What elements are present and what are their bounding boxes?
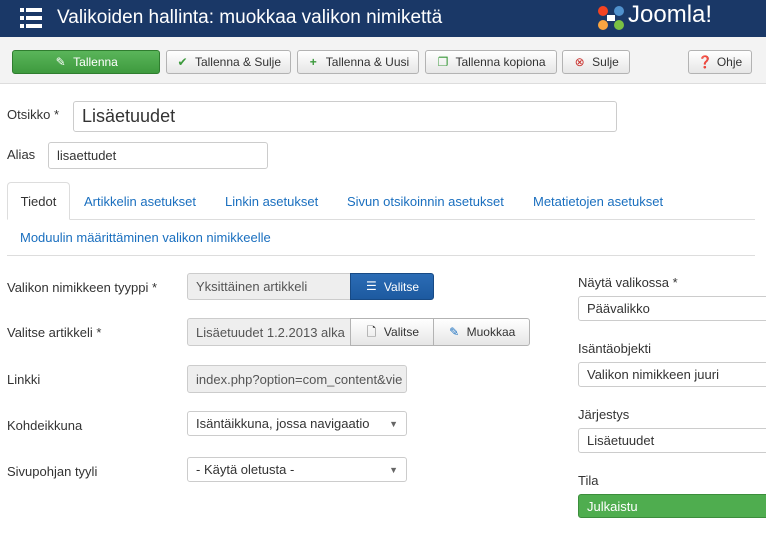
- cancel-icon: ⊗: [574, 54, 585, 69]
- select-type-label: Valitse: [383, 279, 420, 294]
- target-window-select[interactable]: Isäntäikkuna, jossa navigaatio ▼: [187, 411, 407, 436]
- app-header: Valikoiden hallinta: muokkaa valikon nim…: [0, 0, 766, 37]
- menu-label: Näytä valikossa *: [578, 275, 678, 290]
- save-close-button[interactable]: ✔ Tallenna & Sulje: [166, 50, 291, 74]
- plus-icon: +: [309, 54, 317, 69]
- status-select[interactable]: Julkaistu: [578, 494, 766, 518]
- tab-module-assignment[interactable]: Moduulin määrittäminen valikon nimikkeel…: [20, 230, 271, 245]
- save-close-label: Tallenna & Sulje: [194, 55, 282, 69]
- tab-metadata[interactable]: Metatietojen asetukset: [533, 194, 663, 209]
- select-type-button[interactable]: ☰ Valitse: [350, 273, 434, 300]
- help-button[interactable]: ❓ Ohje: [688, 50, 752, 74]
- file-icon: 🗋: [366, 324, 377, 339]
- tab-link-options[interactable]: Linkin asetukset: [225, 194, 318, 209]
- tab-article-options[interactable]: Artikkelin asetukset: [84, 194, 196, 209]
- article-field: Lisäetuudet 1.2.2013 alka: [187, 318, 351, 346]
- select-article-button[interactable]: 🗋 Valitse: [350, 318, 434, 346]
- status-label: Tila: [578, 473, 599, 488]
- tab-page-display[interactable]: Sivun otsikoinnin asetukset: [347, 194, 504, 209]
- help-label: Ohje: [716, 55, 743, 69]
- save-copy-button[interactable]: ❐ Tallenna kopiona: [425, 50, 557, 74]
- template-style-label: Sivupohjan tyyli: [7, 464, 98, 479]
- tab-details[interactable]: Tiedot: [7, 182, 70, 220]
- joomla-logo-icon: [598, 6, 624, 30]
- select-article-label-btn: Valitse: [383, 325, 420, 339]
- caret-down-icon: ▼: [389, 418, 398, 429]
- select-article-label: Valitse artikkeli *: [7, 325, 102, 340]
- template-style-select[interactable]: - Käytä oletusta - ▼: [187, 457, 407, 482]
- template-style-value: - Käytä oletusta -: [196, 462, 295, 477]
- link-label: Linkki: [7, 372, 41, 387]
- caret-down-icon: ▼: [389, 464, 398, 475]
- close-button[interactable]: ⊗ Sulje: [562, 50, 630, 74]
- list-icon: ☰: [366, 279, 377, 293]
- edit-icon: ✎: [55, 54, 66, 69]
- title-label: Otsikko *: [7, 107, 60, 122]
- tab-divider: [7, 219, 755, 220]
- alias-label: Alias: [7, 147, 36, 162]
- ordering-select[interactable]: Lisäetuudet: [578, 428, 766, 453]
- tab-divider-2: [7, 255, 755, 256]
- save-copy-label: Tallenna kopiona: [455, 55, 546, 69]
- title-input[interactable]: Lisäetuudet: [73, 101, 617, 132]
- parent-item-select[interactable]: Valikon nimikkeen juuri: [578, 362, 766, 387]
- target-window-value: Isäntäikkuna, jossa navigaatio: [196, 416, 370, 431]
- link-field: index.php?option=com_content&vie: [187, 365, 407, 393]
- target-window-label: Kohdeikkuna: [7, 418, 83, 433]
- save-new-label: Tallenna & Uusi: [325, 55, 410, 69]
- ordering-label: Järjestys: [578, 407, 630, 422]
- edit-article-label: Muokkaa: [466, 325, 516, 339]
- parent-item-label: Isäntäobjekti: [578, 341, 651, 356]
- save-new-button[interactable]: + Tallenna & Uusi: [297, 50, 419, 74]
- edit-icon: ✎: [449, 324, 460, 339]
- joomla-logo: Joomla!: [596, 1, 766, 34]
- alias-input[interactable]: lisaettudet: [48, 142, 268, 169]
- page-title: Valikoiden hallinta: muokkaa valikon nim…: [57, 7, 443, 28]
- help-icon: ❓: [697, 54, 713, 69]
- joomla-logo-text: Joomla!: [628, 1, 713, 28]
- menu-select[interactable]: Päävalikko: [578, 296, 766, 321]
- menu-item-type-label: Valikon nimikkeen tyyppi *: [7, 280, 158, 295]
- menu-item-type-field: Yksittäinen artikkeli: [187, 273, 351, 300]
- edit-article-button[interactable]: ✎ Muokkaa: [433, 318, 530, 346]
- check-icon: ✔: [177, 54, 188, 69]
- copy-icon: ❐: [437, 54, 449, 69]
- save-button[interactable]: ✎ Tallenna: [12, 50, 160, 74]
- save-button-label: Tallenna: [73, 55, 118, 69]
- menu-icon[interactable]: [20, 8, 42, 28]
- close-label: Sulje: [592, 55, 619, 69]
